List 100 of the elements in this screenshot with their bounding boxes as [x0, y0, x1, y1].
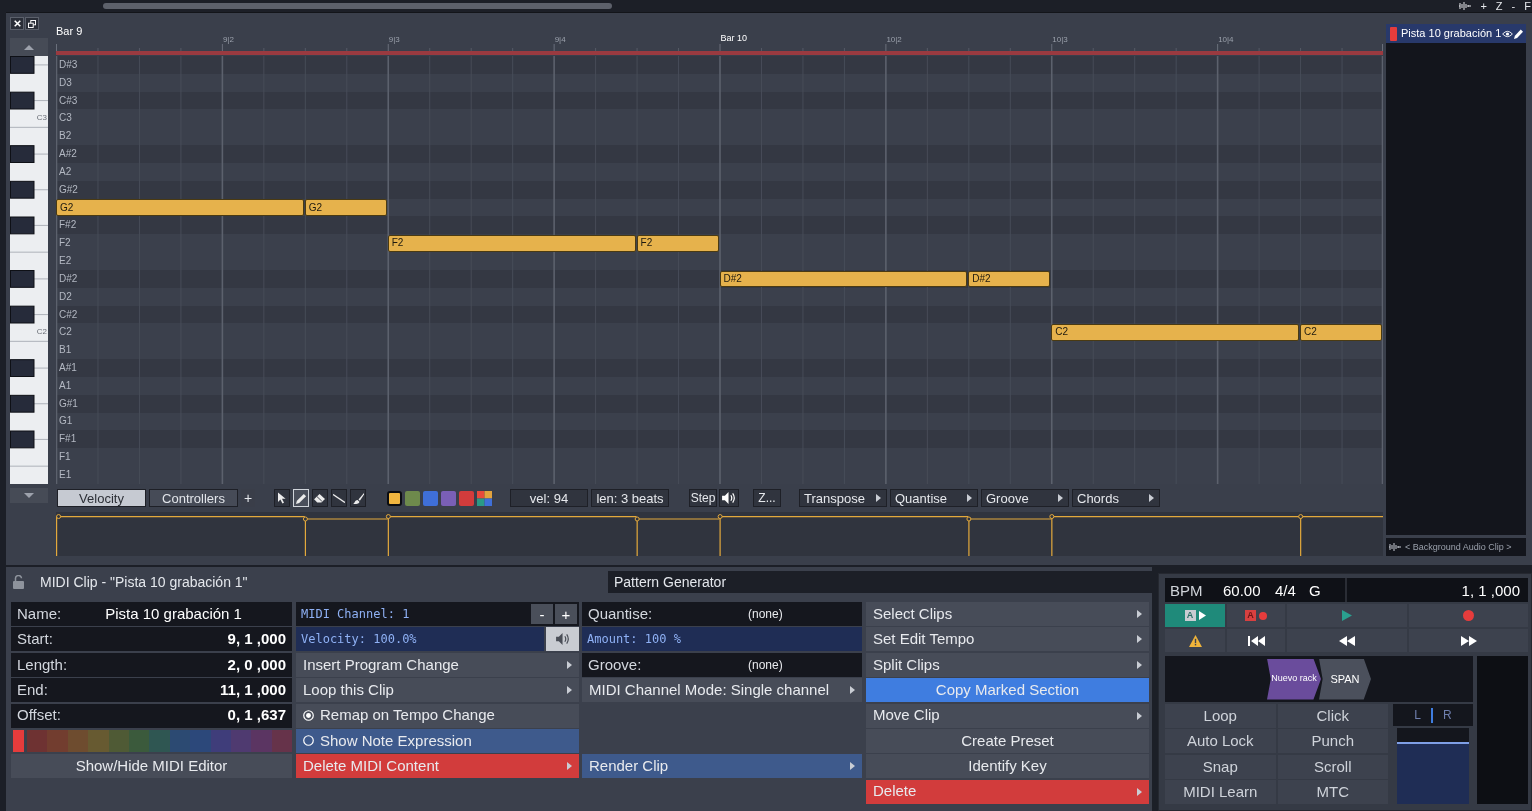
restore-button[interactable] — [25, 17, 39, 30]
toggle-button[interactable]: Snap — [1165, 754, 1276, 779]
menu-button[interactable]: Identify Key — [866, 754, 1149, 779]
lane-tab[interactable]: Controllers — [149, 489, 238, 507]
tool-button[interactable] — [350, 489, 366, 507]
tool-button[interactable] — [331, 489, 347, 507]
menu-button[interactable]: Select Clips — [866, 602, 1149, 626]
pattern-generator-header[interactable]: Pattern Generator — [608, 571, 1152, 593]
menu-button[interactable]: Split Clips — [866, 652, 1149, 677]
view-control[interactable]: F — [1524, 0, 1531, 12]
radio-option[interactable]: Remap on Tempo Change — [296, 703, 579, 728]
clip-list-item[interactable]: Pista 10 grabación 1 — [1386, 24, 1526, 43]
dropdown-button[interactable]: Chords — [1072, 489, 1160, 507]
caret-icon — [967, 494, 972, 502]
note-lane-label: D#2 — [59, 273, 78, 284]
stepper-button[interactable]: + — [555, 604, 577, 624]
channel-label: L — [1414, 707, 1421, 724]
dropdown-button[interactable]: Quantise — [890, 489, 978, 507]
midi-note[interactable]: C2 — [1051, 324, 1300, 341]
menu-button[interactable]: Delete MIDI Content — [296, 754, 579, 779]
caret-icon — [1149, 494, 1154, 502]
palette-swatch-icon[interactable] — [47, 729, 68, 752]
view-control[interactable]: - — [1511, 0, 1516, 12]
scroll-up-button[interactable] — [10, 38, 48, 56]
step-button[interactable]: Step — [689, 489, 717, 507]
palette-swatch-icon[interactable] — [128, 729, 150, 752]
clip-range-bar[interactable] — [56, 51, 1383, 55]
palette-swatch-icon[interactable] — [108, 729, 129, 752]
toggle-button[interactable]: Loop — [1165, 704, 1276, 728]
scroll-down-button[interactable] — [10, 488, 48, 503]
menu-button[interactable]: Loop this Clip — [296, 678, 579, 703]
palette-swatch-icon[interactable] — [190, 729, 211, 752]
dropdown-button[interactable]: Transpose — [799, 489, 887, 507]
palette-swatch-icon[interactable] — [251, 729, 272, 752]
toggle-button[interactable]: Scroll — [1277, 754, 1388, 779]
menu-button[interactable]: Delete — [866, 779, 1149, 804]
piano-keyboard[interactable] — [10, 56, 48, 484]
transport-button[interactable] — [1409, 629, 1528, 652]
horizontal-scrollbar[interactable] — [103, 3, 612, 9]
stepper-field[interactable]: MIDI Channel: 1 - + — [296, 602, 579, 626]
transport-button[interactable] — [1227, 629, 1285, 652]
swatch-icon[interactable] — [423, 490, 438, 506]
brush-icon — [352, 492, 364, 504]
toggle-button[interactable]: Click — [1277, 704, 1388, 728]
palette-swatch-icon[interactable] — [169, 729, 191, 752]
menu-button[interactable]: Create Preset — [866, 728, 1149, 753]
slider-track[interactable]: Amount: 100 % — [582, 627, 862, 652]
stepper-button[interactable]: - — [531, 604, 553, 624]
swatch-icon[interactable] — [459, 490, 474, 506]
toggle-button[interactable]: MTC — [1277, 780, 1388, 805]
view-control[interactable]: + — [1480, 0, 1487, 12]
dropdown-button[interactable]: Groove — [981, 489, 1069, 507]
transport-button[interactable] — [1165, 629, 1225, 652]
property-label: End: — [17, 679, 48, 700]
swatch-icon[interactable] — [405, 490, 420, 506]
radio-option[interactable]: Show Note Expression — [296, 728, 579, 753]
tool-button[interactable] — [274, 489, 290, 507]
menu-button[interactable]: MIDI Channel Mode: Single channel — [582, 678, 862, 703]
close-button[interactable] — [10, 17, 24, 30]
zoom-button[interactable]: Z... — [753, 489, 781, 507]
color-swatch-icon[interactable] — [13, 729, 24, 752]
palette-swatch-icon[interactable] — [67, 729, 89, 752]
pan-display[interactable]: L R — [1393, 704, 1473, 726]
speaker-button[interactable] — [546, 627, 579, 652]
velocity-readout[interactable]: vel: 94 — [510, 489, 588, 507]
palette-swatch-icon[interactable] — [210, 729, 231, 752]
palette-swatch-icon[interactable] — [88, 729, 109, 752]
tool-button[interactable] — [312, 489, 328, 507]
midi-note[interactable]: C2 — [1300, 324, 1382, 341]
menu-button[interactable]: Set Edit Tempo — [866, 627, 1149, 652]
toggle-button[interactable]: Punch — [1277, 729, 1388, 754]
menu-button[interactable]: Show/Hide MIDI Editor — [11, 754, 292, 779]
note-lane-label: D3 — [59, 77, 72, 88]
menu-button[interactable]: Move Clip — [866, 703, 1149, 728]
menu-button[interactable]: Insert Program Change — [296, 652, 579, 677]
lane-tab[interactable]: Velocity — [57, 489, 146, 507]
transport-button[interactable] — [1287, 629, 1407, 652]
toggle-button[interactable]: MIDI Learn — [1165, 780, 1276, 805]
palette-swatch-icon[interactable] — [271, 729, 293, 752]
slider-track[interactable]: Velocity: 100.0% — [296, 627, 544, 652]
palette-swatch-icon[interactable] — [27, 729, 48, 752]
rack-plugin[interactable]: SPAN — [1319, 658, 1371, 700]
speaker-button[interactable] — [719, 489, 739, 507]
swatch-icon[interactable] — [441, 490, 456, 506]
swatch-icon[interactable] — [387, 490, 402, 506]
multicolor-swatch-icon[interactable] — [477, 490, 492, 506]
menu-button[interactable]: Render Clip — [582, 754, 862, 778]
background-clip-selector[interactable]: < Background Audio Clip > — [1386, 538, 1526, 556]
transport-button[interactable]: A — [1165, 604, 1225, 627]
pencil-icon — [1514, 28, 1523, 39]
time-signature: 4/4 — [1275, 582, 1297, 598]
toggle-button[interactable]: Auto Lock — [1165, 729, 1276, 754]
length-readout[interactable]: len: 3 beats — [591, 489, 669, 507]
pencil-icon — [295, 492, 307, 504]
view-control[interactable]: Z — [1495, 0, 1503, 12]
note-lane-label: F2 — [59, 238, 71, 249]
level-meter[interactable] — [1397, 728, 1469, 805]
palette-swatch-icon[interactable] — [230, 729, 252, 752]
rack-plugin[interactable]: Nuevo rack — [1267, 658, 1321, 700]
palette-swatch-icon[interactable] — [149, 729, 170, 752]
